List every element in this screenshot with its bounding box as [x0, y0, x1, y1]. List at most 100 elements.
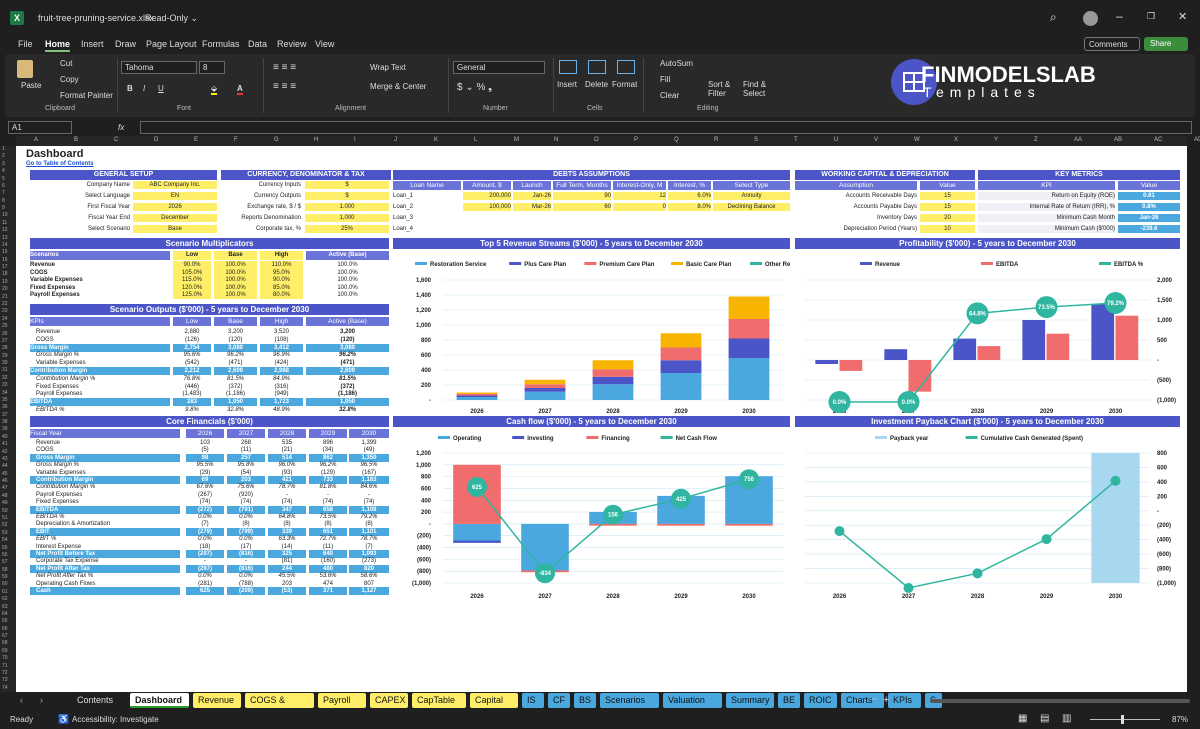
row-header[interactable]: 72 — [2, 670, 8, 676]
row-header[interactable]: 74 — [2, 685, 8, 691]
accessibility-status[interactable]: Accessibility: Investigate — [72, 715, 159, 724]
row-header[interactable]: 38 — [2, 419, 8, 425]
row-header[interactable]: 37 — [2, 412, 8, 418]
format-painter-button[interactable]: Format Painter — [60, 91, 113, 100]
toc-link[interactable]: Go to Table of Contents — [26, 161, 94, 167]
row-header[interactable]: 70 — [2, 655, 8, 661]
italic-icon[interactable]: I — [143, 84, 145, 93]
column-header[interactable]: M — [514, 137, 519, 143]
row-header[interactable]: 10 — [2, 212, 8, 218]
row-header[interactable]: 33 — [2, 382, 8, 388]
menu-formulas[interactable]: Formulas — [202, 39, 240, 49]
row-header[interactable]: 17 — [2, 264, 8, 270]
menu-data[interactable]: Data — [248, 39, 267, 49]
close-icon[interactable]: ✕ — [1178, 10, 1187, 23]
font-size-select[interactable]: 8 — [199, 61, 225, 74]
font-color-icon[interactable]: A — [237, 84, 243, 95]
insert-cells-icon[interactable] — [559, 60, 577, 74]
row-header[interactable]: 52 — [2, 522, 8, 528]
column-header[interactable]: B — [74, 137, 78, 143]
column-header[interactable]: X — [954, 137, 958, 143]
row-header[interactable]: 61 — [2, 589, 8, 595]
column-header[interactable]: W — [914, 137, 920, 143]
comments-button[interactable]: Comments — [1084, 37, 1140, 51]
column-header[interactable]: AD — [1194, 137, 1200, 143]
column-header[interactable]: P — [634, 137, 638, 143]
paste-icon[interactable] — [17, 60, 33, 78]
row-header[interactable]: 44 — [2, 463, 8, 469]
row-header[interactable]: 25 — [2, 323, 8, 329]
column-header[interactable]: J — [394, 137, 397, 143]
row-header[interactable]: 49 — [2, 500, 8, 506]
fx-icon[interactable]: fx — [118, 123, 124, 132]
formula-input[interactable] — [140, 121, 1192, 134]
row-header[interactable]: 23 — [2, 308, 8, 314]
row-header[interactable]: 21 — [2, 294, 8, 300]
row-header[interactable]: 64 — [2, 611, 8, 617]
row-header[interactable]: 73 — [2, 677, 8, 683]
format-cells-icon[interactable] — [617, 60, 635, 74]
row-header[interactable]: 56 — [2, 552, 8, 558]
row-header[interactable]: 16 — [2, 257, 8, 263]
row-header[interactable]: 28 — [2, 345, 8, 351]
worksheet[interactable]: Dashboard Go to Table of Contents GENERA… — [16, 146, 1187, 692]
row-header[interactable]: 31 — [2, 367, 8, 373]
row-header[interactable]: 55 — [2, 545, 8, 551]
sheet-tab[interactable]: COGS & OPEX — [245, 693, 314, 720]
tab-next-icon[interactable]: › — [40, 695, 43, 705]
row-header[interactable]: 15 — [2, 249, 8, 255]
column-header[interactable]: AC — [1154, 137, 1162, 143]
row-header[interactable]: 27 — [2, 338, 8, 344]
row-header[interactable]: 66 — [2, 626, 8, 632]
row-header[interactable]: 50 — [2, 508, 8, 514]
underline-icon[interactable]: U — [158, 84, 164, 93]
row-header[interactable]: 20 — [2, 286, 8, 292]
row-header[interactable]: 60 — [2, 581, 8, 587]
sheet-tab[interactable]: CAPEX — [370, 693, 408, 708]
column-header[interactable]: F — [234, 137, 238, 143]
row-header[interactable]: 51 — [2, 515, 8, 521]
excel-logo-icon[interactable]: X — [10, 11, 24, 25]
cut-button[interactable]: Cut — [60, 59, 72, 68]
add-sheet-icon[interactable]: + — [883, 694, 889, 706]
sheet-tab[interactable]: IS — [522, 693, 544, 708]
column-header[interactable]: G — [274, 137, 279, 143]
paste-button[interactable]: Paste — [21, 81, 41, 90]
sheet-tab[interactable]: Dashboard — [130, 693, 189, 708]
merge-center-button[interactable]: Merge & Center — [370, 82, 426, 91]
sheet-tab[interactable]: BE — [778, 693, 800, 708]
row-header[interactable]: 12 — [2, 227, 8, 233]
row-header[interactable]: 2 — [2, 153, 5, 159]
row-header[interactable]: 4 — [2, 168, 5, 174]
name-box[interactable]: A1 — [8, 121, 72, 134]
row-header[interactable]: 22 — [2, 301, 8, 307]
sheet-tab[interactable]: Scenarios — [600, 693, 659, 708]
read-only-label[interactable]: Read-Only ⌄ — [145, 13, 198, 24]
row-header[interactable]: 42 — [2, 449, 8, 455]
menu-insert[interactable]: Insert — [81, 39, 104, 49]
column-header[interactable]: U — [834, 137, 838, 143]
row-header[interactable]: 6 — [2, 183, 5, 189]
row-header[interactable]: 57 — [2, 559, 8, 565]
menu-page-layout[interactable]: Page Layout — [146, 39, 197, 49]
row-header[interactable]: 18 — [2, 271, 8, 277]
row-header[interactable]: 45 — [2, 471, 8, 477]
row-header[interactable]: 26 — [2, 331, 8, 337]
tab-prev-icon[interactable]: ‹ — [20, 695, 23, 705]
column-header[interactable]: AB — [1114, 137, 1122, 143]
view-normal-icon[interactable]: ▦ — [1018, 713, 1027, 724]
row-header[interactable]: 62 — [2, 596, 8, 602]
row-header[interactable]: 54 — [2, 537, 8, 543]
sheet-tab[interactable]: Contents — [72, 693, 126, 708]
row-header[interactable]: 32 — [2, 375, 8, 381]
row-header[interactable]: 67 — [2, 633, 8, 639]
row-header[interactable]: 30 — [2, 360, 8, 366]
column-header[interactable]: A — [34, 137, 38, 143]
column-header[interactable]: V — [874, 137, 878, 143]
row-header[interactable]: 41 — [2, 441, 8, 447]
insert-button[interactable]: Insert — [557, 80, 577, 89]
row-header[interactable]: 65 — [2, 618, 8, 624]
copy-button[interactable]: Copy — [60, 75, 79, 84]
row-header[interactable]: 24 — [2, 316, 8, 322]
menu-review[interactable]: Review — [277, 39, 307, 49]
